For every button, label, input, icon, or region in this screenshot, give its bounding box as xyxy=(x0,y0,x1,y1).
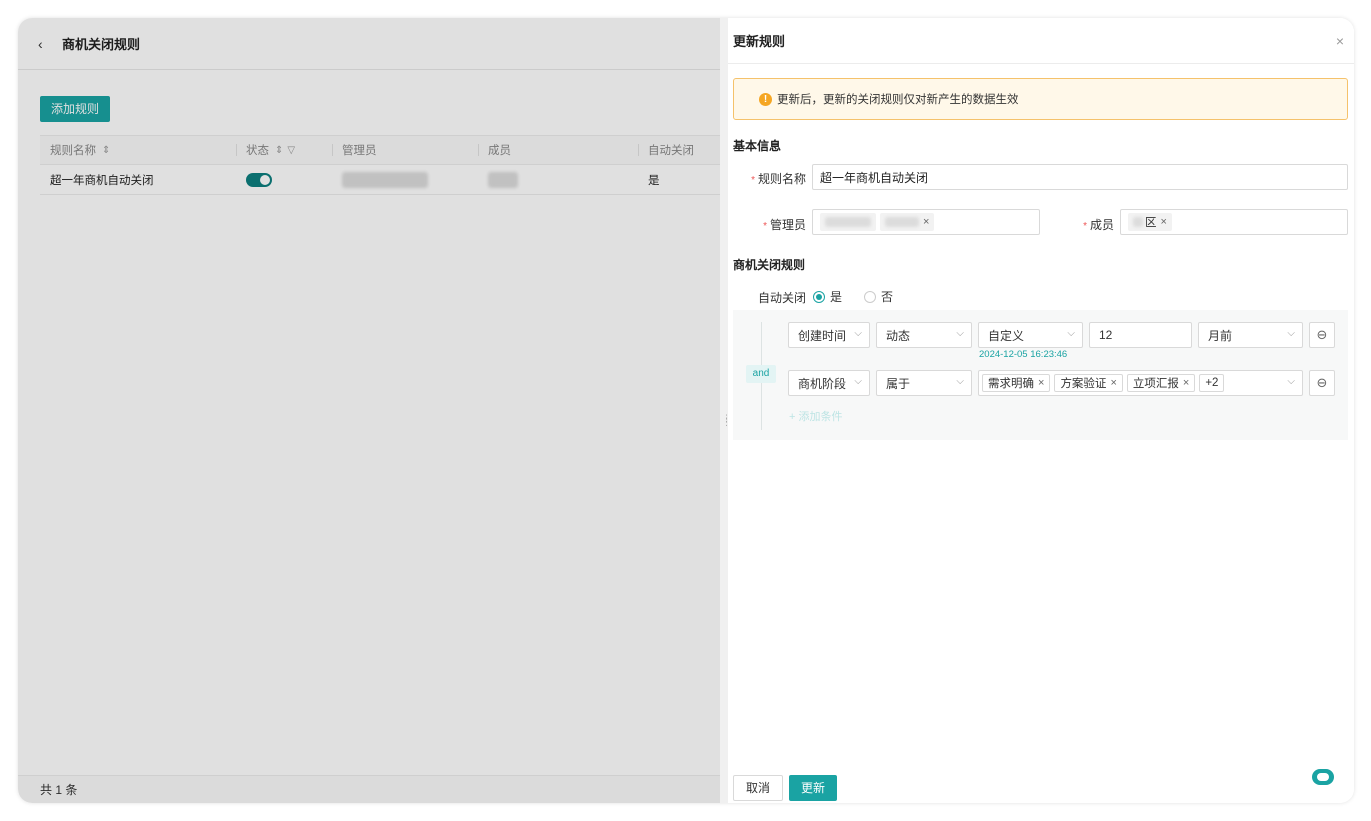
admin-tag xyxy=(820,213,876,231)
rule-name-label: * 规则名称 xyxy=(751,172,806,186)
cond2-value-multiselect[interactable]: 需求明确 × 方案验证 × 立项汇报 × +2 ⌵ xyxy=(978,370,1303,396)
radio-yes[interactable] xyxy=(813,290,825,303)
member-select[interactable]: 区 × xyxy=(1120,209,1348,235)
add-condition-button[interactable]: + 添加条件 xyxy=(789,408,842,424)
cond1-mode-select[interactable]: 自定义 ⌵ xyxy=(978,322,1083,348)
admin-tag: × xyxy=(880,213,935,231)
cond1-value-input[interactable]: 12 xyxy=(1089,322,1192,348)
stage-tag: 需求明确 × xyxy=(982,374,1051,392)
cond1-date-hint: 2024-12-05 16:23:46 xyxy=(979,349,1068,360)
chevron-down-icon: ⌵ xyxy=(956,376,964,387)
cond2-field-select[interactable]: 商机阶段 ⌵ xyxy=(788,370,870,396)
and-badge[interactable]: and xyxy=(746,365,776,383)
drawer-title: 更新规则 xyxy=(733,34,786,49)
chevron-down-icon: ⌵ xyxy=(1287,328,1295,339)
drawer-header: 更新规则 × xyxy=(728,18,1354,64)
radio-yes-label: 是 xyxy=(830,290,843,304)
cond2-op-select[interactable]: 属于 ⌵ xyxy=(876,370,972,396)
auto-close-label: 自动关闭 xyxy=(758,291,807,305)
warning-icon: ! xyxy=(759,92,772,106)
close-icon[interactable]: × xyxy=(1336,33,1344,49)
close-icon[interactable]: × xyxy=(1110,377,1116,389)
minus-circle-icon: ⊖ xyxy=(1316,375,1328,390)
chevron-down-icon: ⌵ xyxy=(1067,328,1075,339)
remove-cond1-button[interactable]: ⊖ xyxy=(1309,322,1335,348)
admin-label: * 管理员 xyxy=(763,218,806,232)
rule-name-input[interactable]: 超一年商机自动关闭 xyxy=(812,164,1348,190)
stage-tag: 方案验证 × xyxy=(1054,374,1123,392)
update-rule-drawer: ⋮ ⋮ 更新规则 × ! 更新后，更新的关闭规则仅对新产生的数据生效 基本信息 *… xyxy=(720,18,1354,803)
chevron-down-icon: ⌵ xyxy=(1287,376,1295,387)
warning-alert: ! 更新后，更新的关闭规则仅对新产生的数据生效 xyxy=(733,78,1348,120)
cond1-unit-select[interactable]: 月前 ⌵ xyxy=(1198,322,1303,348)
admin-select[interactable]: × xyxy=(812,209,1040,235)
cond1-op-select[interactable]: 动态 ⌵ xyxy=(876,322,972,348)
chevron-down-icon: ⌵ xyxy=(854,328,862,339)
auto-close-radio-group: 是 否 xyxy=(813,288,893,305)
more-tags-count: +2 xyxy=(1199,374,1225,392)
radio-no[interactable] xyxy=(864,290,877,303)
resize-handle[interactable]: ⋮ ⋮ xyxy=(722,414,731,427)
remove-cond2-button[interactable]: ⊖ xyxy=(1309,370,1335,396)
alert-text: 更新后，更新的关闭规则仅对新产生的数据生效 xyxy=(777,94,1019,106)
condition-group: and 创建时间 ⌵ 动态 ⌵ 自定义 ⌵ 12 月前 ⌵ ⊖ 2024-12-05 1… xyxy=(733,310,1348,440)
update-button[interactable]: 更新 xyxy=(789,775,838,801)
chevron-down-icon: ⌵ xyxy=(854,376,862,387)
basic-info-title: 基本信息 xyxy=(733,139,782,153)
minus-circle-icon: ⊖ xyxy=(1316,327,1328,342)
close-rule-title: 商机关闭规则 xyxy=(733,258,806,272)
close-icon[interactable]: × xyxy=(1161,216,1167,228)
modal-mask[interactable] xyxy=(18,18,720,803)
close-icon[interactable]: × xyxy=(1038,377,1044,389)
cond1-field-select[interactable]: 创建时间 ⌵ xyxy=(788,322,870,348)
stage-tag: 立项汇报 × xyxy=(1126,374,1196,392)
close-icon[interactable]: × xyxy=(1183,377,1189,389)
member-tag: 区 × xyxy=(1128,213,1172,231)
drawer-footer: 取消 更新 xyxy=(728,773,1354,803)
chevron-down-icon: ⌵ xyxy=(956,328,964,339)
close-icon[interactable]: × xyxy=(923,216,929,228)
member-label: * 成员 xyxy=(1083,218,1114,232)
cancel-button[interactable]: 取消 xyxy=(733,775,784,801)
app-frame: ‹ 商机关闭规则 添加规则 规则名称 ⇕ 状态 ⇕ ▽ 管理员 成员 自动关闭 超一年… xyxy=(18,18,1354,803)
radio-no-label: 否 xyxy=(881,290,894,304)
